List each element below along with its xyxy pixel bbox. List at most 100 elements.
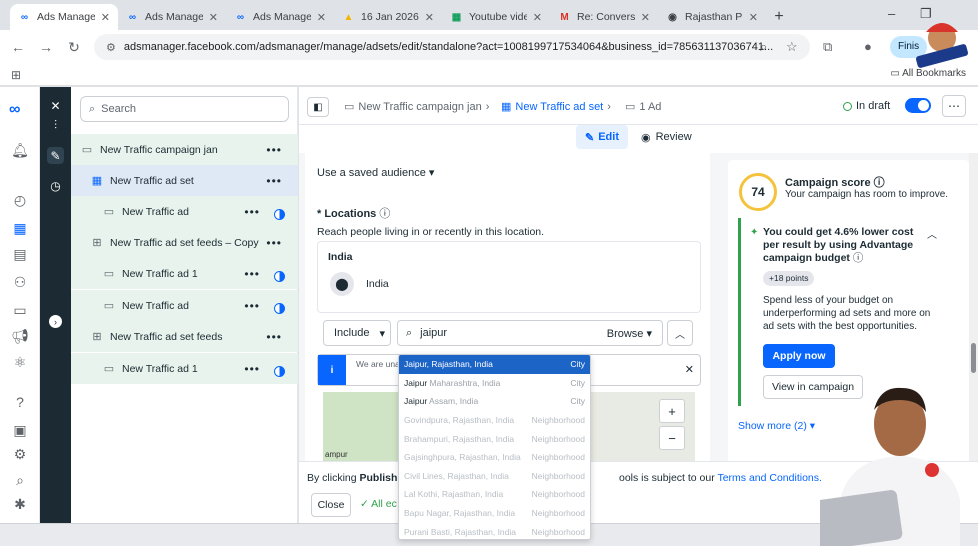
tab-close-icon[interactable]: ✕ <box>101 11 110 24</box>
row-more-icon[interactable]: ••• <box>244 267 260 281</box>
close-button[interactable]: Close <box>311 493 351 517</box>
more-options-button[interactable]: ⋯ <box>942 95 966 117</box>
info-icon[interactable]: ⓘ <box>874 177 885 189</box>
info-icon[interactable]: ⓘ <box>853 252 864 264</box>
location-suggestion[interactable]: Lal Kothi, Rajasthan, India Neighborhood <box>399 485 590 504</box>
tree-row[interactable]: ⊞ New Traffic ad set feeds – Copy ••• <box>71 227 298 258</box>
settings-icon[interactable]: ⚙ <box>11 445 29 463</box>
panel-toggle-icon[interactable]: ◧ <box>307 97 329 117</box>
help-icon[interactable]: ? <box>11 393 29 411</box>
row-more-icon[interactable]: ••• <box>266 236 282 250</box>
include-select[interactable]: Include ▾ <box>323 320 391 346</box>
reports-icon[interactable]: ▤ <box>11 245 29 263</box>
location-suggestion[interactable]: Bapu Nagar, Rajasthan, India Neighborhood <box>399 504 590 523</box>
info-icon[interactable]: ⓘ <box>379 208 390 220</box>
bug-report-icon[interactable]: ✱ <box>11 495 29 513</box>
tree-row[interactable]: ▭ New Traffic campaign jan ••• <box>71 134 298 165</box>
forward-icon[interactable]: → <box>32 39 60 55</box>
reload-icon[interactable]: ↻ <box>60 39 88 56</box>
tab-close-icon[interactable]: ✕ <box>425 11 434 24</box>
tab-close-icon[interactable]: ✕ <box>533 11 542 24</box>
zoom-out-button[interactable]: − <box>659 426 685 450</box>
location-suggestion[interactable]: Civil Lines, Rajasthan, India Neighborhoo… <box>399 467 590 486</box>
caret-down-icon: ▾ <box>379 327 386 340</box>
expand-chevron-icon[interactable]: › <box>49 315 62 328</box>
tab-5[interactable]: M Re: Conversat ✕ <box>550 4 658 30</box>
tree-row[interactable]: ▦ New Traffic ad set ••• <box>71 165 298 196</box>
browse-dropdown[interactable]: Browse ▾ <box>607 327 652 340</box>
minimize-icon[interactable]: – <box>888 6 895 21</box>
saved-audience-dropdown[interactable]: Use a saved audience ▾ <box>317 166 434 179</box>
address-bar[interactable]: ⚙ adsmanager.facebook.com/adsmanager/man… <box>94 34 810 60</box>
pages-icon[interactable]: ▣ <box>11 421 29 439</box>
tab-3[interactable]: ▲ 16 Jan 2026 - ✕ <box>334 4 442 30</box>
ads-megaphone-icon[interactable]: 📢︎ <box>11 327 29 345</box>
tab-close-icon[interactable]: ✕ <box>749 11 758 24</box>
tab-1[interactable]: ∞ Ads Manager ✕ <box>118 4 226 30</box>
notice-close-icon[interactable]: ✕ <box>685 363 694 376</box>
apply-now-button[interactable]: Apply now <box>763 344 835 368</box>
account-icon[interactable]: ● <box>864 39 872 54</box>
new-tab-button[interactable]: + <box>766 4 792 30</box>
row-more-icon[interactable]: ••• <box>244 299 260 313</box>
chart-icon[interactable]: ⫶ <box>47 117 64 134</box>
adset-active-toggle[interactable] <box>905 98 931 113</box>
row-more-icon[interactable]: ••• <box>266 143 282 157</box>
all-bookmarks-button[interactable]: ▭ All Bookmarks <box>890 68 966 79</box>
back-icon[interactable]: ← <box>4 39 32 55</box>
site-settings-icon[interactable]: ⚙ <box>106 41 116 54</box>
tree-row[interactable]: ▭ New Traffic ad 1 ••• <box>71 353 298 384</box>
show-more-link[interactable]: Show more (2) ▾ <box>738 420 815 432</box>
row-more-icon[interactable]: ••• <box>244 362 260 376</box>
terms-link[interactable]: Terms and Conditions. <box>717 472 821 484</box>
scrollbar-thumb[interactable] <box>971 343 976 373</box>
row-more-icon[interactable]: ••• <box>266 330 282 344</box>
location-suggestion[interactable]: Jaipur Assam, India City <box>399 392 590 411</box>
tab-2[interactable]: ∞ Ads Manager ✕ <box>226 4 334 30</box>
breadcrumb-adset[interactable]: ▦ New Traffic ad set › <box>501 100 611 114</box>
location-suggestion[interactable]: Purani Basti, Rajasthan, India Neighborho… <box>399 522 590 539</box>
meta-logo-icon[interactable]: ∞ <box>9 101 20 119</box>
tree-row[interactable]: ⊞ New Traffic ad set feeds ••• <box>71 321 298 352</box>
breadcrumb-campaign[interactable]: ▭ New Traffic campaign jan › <box>344 100 489 114</box>
tree-row[interactable]: ▭ New Traffic ad 1 ••• <box>71 258 298 289</box>
tab-close-icon[interactable]: ✕ <box>641 11 650 24</box>
edit-mode-button[interactable]: ✎ Edit <box>576 125 628 149</box>
campaigns-table-icon[interactable]: ▦ <box>11 219 29 237</box>
tree-row[interactable]: ▭ New Traffic ad ••• <box>71 290 298 321</box>
close-icon[interactable]: ✕ <box>47 97 64 114</box>
zoom-in-button[interactable]: + <box>659 399 685 423</box>
row-more-icon[interactable]: ••• <box>266 174 282 188</box>
bookmark-star-icon[interactable]: ☆ <box>786 39 798 55</box>
tab-6[interactable]: ◉ Rajasthan PIN ✕ <box>658 4 766 30</box>
extensions-icon[interactable]: ⧉ <box>823 39 832 55</box>
tab-close-icon[interactable]: ✕ <box>317 11 326 24</box>
breadcrumb-ad[interactable]: ▭ 1 Ad <box>625 100 661 114</box>
tab-0[interactable]: ∞ Ads Manager ✕ <box>10 4 118 30</box>
row-more-icon[interactable]: ••• <box>244 205 260 219</box>
events-icon[interactable]: ⚛ <box>11 353 29 371</box>
location-suggestion[interactable]: Gajsinghpura, Rajasthan, India Neighborho… <box>399 448 590 467</box>
tree-row[interactable]: ▭ New Traffic ad ••• <box>71 196 298 227</box>
selected-location-item[interactable]: India <box>366 278 389 290</box>
tree-search-input[interactable]: ⌕ Search <box>80 96 289 122</box>
dashboard-icon[interactable]: ◴ <box>11 191 29 209</box>
notifications-icon[interactable]: 🔔︎ <box>11 141 29 159</box>
chevron-up-icon[interactable]: ︿ <box>927 226 937 241</box>
location-suggestion[interactable]: Govindpura, Rajasthan, India Neighborhood <box>399 411 590 430</box>
zoom-icon[interactable]: ⌕ <box>760 39 767 55</box>
tab-4[interactable]: ▦ Youtube video ✕ <box>442 4 550 30</box>
apps-grid-icon[interactable]: ⊞ <box>11 68 21 82</box>
billing-icon[interactable]: ▭ <box>11 301 29 319</box>
pencil-icon[interactable]: ✎ <box>47 147 64 164</box>
search-icon[interactable]: ⌕ <box>11 471 29 489</box>
location-search-input[interactable]: ⌕ jaipur Browse ▾ <box>397 320 663 346</box>
location-suggestion[interactable]: Jaipur, Rajasthan, India City <box>399 355 590 374</box>
collapse-chevron-button[interactable]: ︿ <box>667 320 693 346</box>
history-icon[interactable]: ◷ <box>47 177 64 194</box>
review-mode-button[interactable]: ◉ Review <box>641 125 692 149</box>
audiences-icon[interactable]: ⚇ <box>11 273 29 291</box>
location-suggestion[interactable]: Brahampuri, Rajasthan, India Neighborhood <box>399 429 590 448</box>
tab-close-icon[interactable]: ✕ <box>209 11 218 24</box>
location-suggestion[interactable]: Jaipur Maharashtra, India City <box>399 374 590 393</box>
